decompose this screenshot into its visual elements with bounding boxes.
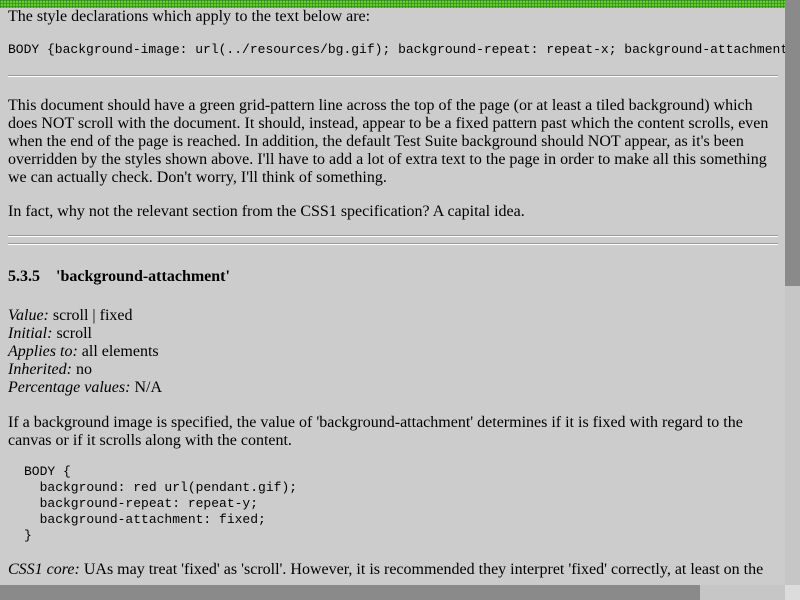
vertical-scrollbar[interactable]: [785, 0, 800, 585]
section-heading: 5.3.5 'background-attachment': [8, 268, 778, 286]
property-definitions: Value: scroll | fixed Initial: scroll Ap…: [8, 307, 778, 397]
description-paragraph: This document should have a green grid-p…: [8, 97, 769, 186]
core-note-text: UAs may treat 'fixed' as 'scroll'. Howev…: [83, 561, 764, 578]
divider: [8, 235, 778, 237]
divider: [8, 243, 778, 245]
property-value: scroll | fixed: [52, 307, 133, 324]
fixed-grid-background-strip: [0, 0, 785, 8]
property-label: Applies to:: [8, 343, 78, 360]
vertical-scrollbar-thumb[interactable]: [785, 0, 800, 286]
example-code-block: BODY { background: red url(pendant.gif);…: [24, 464, 298, 543]
followup-paragraph: In fact, why not the relevant section fr…: [8, 203, 525, 220]
property-row: Percentage values: N/A: [8, 379, 778, 397]
document-content: The style declarations which apply to th…: [8, 8, 785, 579]
section-number: 5.3.5: [8, 268, 40, 285]
section-title: 'background-attachment': [56, 268, 230, 285]
intro-text: The style declarations which apply to th…: [8, 8, 371, 25]
style-declarations-code: BODY {background-image: url(../resources…: [8, 42, 785, 57]
property-value: no: [75, 361, 92, 378]
scrollbar-corner: [785, 585, 800, 600]
property-value: N/A: [134, 379, 163, 396]
document-viewport: The style declarations which apply to th…: [0, 0, 785, 585]
core-note-label: CSS1 core:: [8, 561, 80, 578]
explanation-paragraph: If a background image is specified, the …: [8, 414, 743, 449]
divider: [8, 75, 778, 77]
horizontal-scrollbar-thumb[interactable]: [0, 585, 700, 600]
horizontal-scrollbar[interactable]: [0, 585, 785, 600]
property-label: Percentage values:: [8, 379, 131, 396]
property-row: Inherited: no: [8, 361, 778, 379]
core-note-paragraph: CSS1 core: UAs may treat 'fixed' as 'scr…: [8, 561, 778, 579]
property-label: Value:: [8, 307, 49, 324]
property-row: Applies to: all elements: [8, 343, 778, 361]
property-label: Initial:: [8, 325, 53, 342]
property-value: all elements: [81, 343, 159, 360]
property-label: Inherited:: [8, 361, 72, 378]
property-row: Value: scroll | fixed: [8, 307, 778, 325]
property-value: scroll: [56, 325, 92, 342]
property-row: Initial: scroll: [8, 325, 778, 343]
